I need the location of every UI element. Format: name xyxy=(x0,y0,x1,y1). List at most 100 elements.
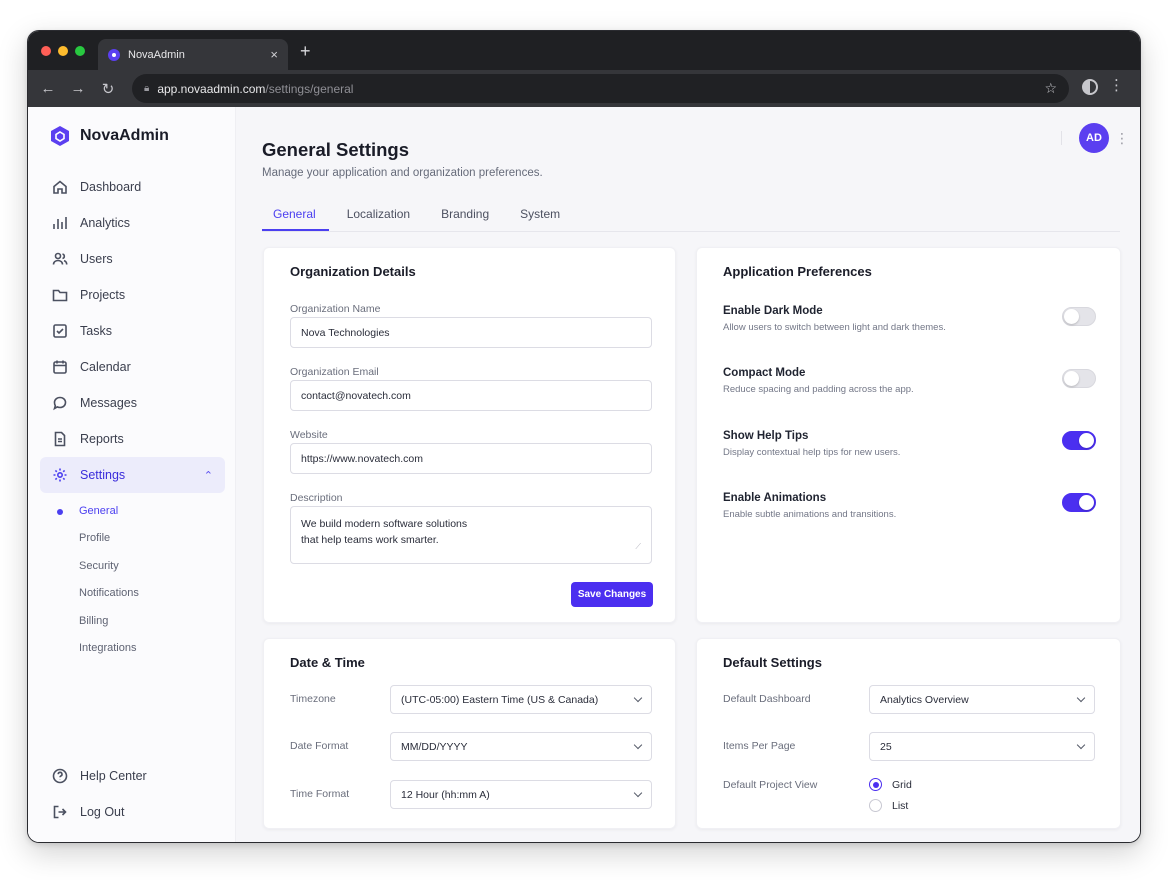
help-tips-toggle[interactable] xyxy=(1062,431,1096,450)
avatar[interactable]: AD xyxy=(1079,123,1109,153)
maximize-window-button[interactable] xyxy=(75,46,85,56)
radio-grid[interactable]: Grid xyxy=(869,778,912,791)
timezone-label: Timezone xyxy=(290,693,336,705)
sidebar-item-analytics[interactable]: Analytics xyxy=(40,205,225,241)
pref-desc: Display contextual help tips for new use… xyxy=(723,447,901,458)
sidebar-item-label: Tasks xyxy=(80,324,112,338)
back-icon[interactable]: ← xyxy=(33,80,63,97)
brand-name: NovaAdmin xyxy=(80,127,169,144)
page-title: General Settings xyxy=(262,139,410,160)
subnav-item-billing[interactable]: Billing xyxy=(40,607,225,635)
radio-list[interactable]: List xyxy=(869,799,908,812)
organization-email-input[interactable]: contact@novatech.com xyxy=(290,380,652,411)
select-value: MM/DD/YYYY xyxy=(401,740,468,753)
chevron-down-icon xyxy=(1076,740,1086,750)
checkbox-icon xyxy=(53,324,67,338)
radio-label: List xyxy=(892,799,909,812)
browser-toolbar: ← → ↻ 🔒︎ app.novaadmin.com/settings/gene… xyxy=(28,70,1140,107)
date-format-label: Date Format xyxy=(290,740,349,752)
website-input[interactable]: https://www.novatech.com xyxy=(290,443,652,474)
tab-general[interactable]: General xyxy=(262,197,329,231)
card-title: Organization Details xyxy=(290,264,416,279)
select-value: (UTC-05:00) Eastern Time (US & Canada) xyxy=(401,693,599,706)
minimize-window-button[interactable] xyxy=(58,46,68,56)
resize-handle-icon[interactable]: ⟋ xyxy=(635,539,641,555)
folder-icon xyxy=(52,289,68,302)
sidebar-item-reports[interactable]: Reports xyxy=(40,421,225,457)
default-dashboard-select[interactable]: Analytics Overview xyxy=(869,685,1095,714)
settings-subnav: General Profile Security Notifications B… xyxy=(40,497,225,662)
date-format-select[interactable]: MM/DD/YYYY xyxy=(390,732,652,761)
animations-toggle[interactable] xyxy=(1062,493,1096,512)
bookmark-star-icon[interactable]: ☆ xyxy=(1044,80,1057,97)
browser-tab[interactable]: NovaAdmin × xyxy=(98,39,288,70)
chat-icon xyxy=(53,396,67,411)
document-icon xyxy=(54,431,66,447)
time-format-select[interactable]: 12 Hour (hh:mm A) xyxy=(390,780,652,809)
sidebar-item-calendar[interactable]: Calendar xyxy=(40,349,225,385)
browser-profile-icon[interactable] xyxy=(1082,79,1098,95)
sidebar-item-tasks[interactable]: Tasks xyxy=(40,313,225,349)
pref-compact-mode: Compact Mode Reduce spacing and padding … xyxy=(723,367,1103,395)
sidebar-item-messages[interactable]: Messages xyxy=(40,385,225,421)
timezone-select[interactable]: (UTC-05:00) Eastern Time (US & Canada) xyxy=(390,685,652,714)
subnav-item-profile[interactable]: Profile xyxy=(40,525,225,553)
pref-desc: Reduce spacing and padding across the ap… xyxy=(723,384,914,395)
address-bar[interactable]: 🔒︎ app.novaadmin.com/settings/general ☆ xyxy=(132,74,1069,103)
reload-icon[interactable]: ↻ xyxy=(93,80,123,98)
sidebar-item-label: Users xyxy=(80,252,113,266)
pref-desc: Allow users to switch between light and … xyxy=(723,322,946,333)
sidebar-item-label: Calendar xyxy=(80,360,131,374)
browser-window: NovaAdmin × + ← → ↻ 🔒︎ app.novaadmin.com… xyxy=(27,30,1141,843)
tab-localization[interactable]: Localization xyxy=(347,197,410,231)
application-preferences-card: Application Preferences Enable Dark Mode… xyxy=(696,247,1121,623)
browser-menu-icon[interactable]: ⋮ xyxy=(1109,76,1124,94)
sidebar: NovaAdmin Dashboard Analytics Users Proj… xyxy=(28,107,236,842)
forward-icon[interactable]: → xyxy=(63,80,93,97)
description-line: We build modern software solutions xyxy=(301,518,468,530)
subnav-item-security[interactable]: Security xyxy=(40,552,225,580)
items-per-page-select[interactable]: 25 xyxy=(869,732,1095,761)
chevron-up-icon[interactable]: ⌃ xyxy=(204,469,213,482)
calendar-icon xyxy=(53,360,67,374)
sidebar-item-dashboard[interactable]: Dashboard xyxy=(40,169,225,205)
pref-animations: Enable Animations Enable subtle animatio… xyxy=(723,492,1103,520)
tab-title: NovaAdmin xyxy=(128,48,185,61)
sidebar-item-settings[interactable]: Settings ⌃ xyxy=(40,457,225,493)
card-title: Date & Time xyxy=(290,655,365,670)
page-subtitle: Manage your application and organization… xyxy=(262,167,543,179)
pref-help-tips: Show Help Tips Display contextual help t… xyxy=(723,430,1103,458)
chevron-down-icon xyxy=(633,693,643,703)
description-line: that help teams work smarter. xyxy=(301,534,439,546)
lock-icon: 🔒︎ xyxy=(144,83,150,94)
date-time-card: Date & Time Timezone (UTC-05:00) Eastern… xyxy=(263,638,676,829)
brand[interactable]: NovaAdmin xyxy=(50,125,169,147)
new-tab-button[interactable]: + xyxy=(300,41,311,61)
compact-mode-toggle[interactable] xyxy=(1062,369,1096,388)
subnav-item-general[interactable]: General xyxy=(40,497,225,525)
subnav-item-notifications[interactable]: Notifications xyxy=(40,580,225,608)
save-changes-button[interactable]: Save Changes xyxy=(571,582,653,607)
close-window-button[interactable] xyxy=(41,46,51,56)
tab-system[interactable]: System xyxy=(520,197,560,231)
subnav-item-integrations[interactable]: Integrations xyxy=(40,635,225,663)
app: NovaAdmin Dashboard Analytics Users Proj… xyxy=(28,107,1140,842)
favicon-icon xyxy=(108,48,120,61)
organization-name-input[interactable]: Nova Technologies xyxy=(290,317,652,348)
logout-icon xyxy=(53,805,67,819)
tab-branding[interactable]: Branding xyxy=(441,197,489,231)
description-textarea[interactable]: We build modern software solutions that … xyxy=(290,506,652,564)
tab-close-icon[interactable]: × xyxy=(270,47,278,62)
dark-mode-toggle[interactable] xyxy=(1062,307,1096,326)
sidebar-item-log-out[interactable]: Log Out xyxy=(40,794,225,830)
sidebar-nav: Dashboard Analytics Users Projects Tasks xyxy=(40,169,225,662)
sidebar-item-help-center[interactable]: Help Center xyxy=(40,758,225,794)
sidebar-item-label: Messages xyxy=(80,396,137,410)
url-path: /settings/general xyxy=(265,81,354,96)
sidebar-item-projects[interactable]: Projects xyxy=(40,277,225,313)
more-options-icon[interactable]: ⋮ xyxy=(1115,127,1129,149)
card-title: Default Settings xyxy=(723,655,822,670)
sidebar-item-users[interactable]: Users xyxy=(40,241,225,277)
sidebar-item-label: Settings xyxy=(80,468,126,482)
sidebar-item-label: Projects xyxy=(80,288,126,302)
